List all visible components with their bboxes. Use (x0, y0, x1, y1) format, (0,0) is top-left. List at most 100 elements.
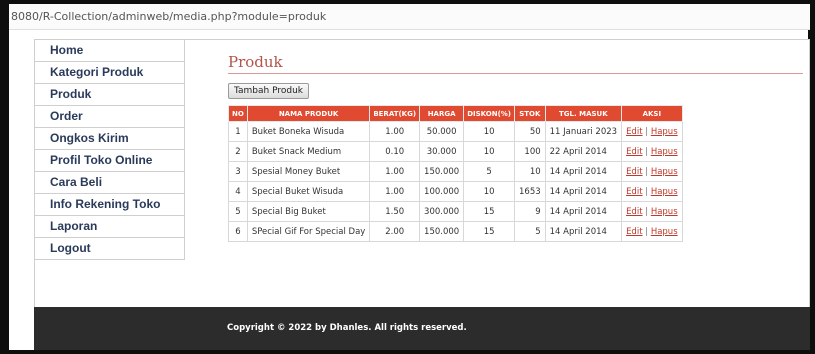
cell-stok: 10 (514, 161, 546, 182)
cell-diskon: 15 (463, 201, 515, 222)
cell-tgl-masuk: 22 April 2014 (544, 141, 623, 162)
cell-harga: 100.000 (419, 181, 465, 202)
cell-harga: 150.000 (419, 161, 465, 182)
edit-link[interactable]: Edit (626, 227, 642, 237)
table-row: 4 Special Buket Wisuda 1.00 100.000 10 1… (228, 181, 683, 202)
cell-tgl-masuk: 14 April 2014 (544, 221, 623, 242)
sidebar-item-logout[interactable]: Logout (35, 238, 184, 259)
cell-stok: 50 (514, 121, 546, 142)
hapus-link[interactable]: Hapus (651, 147, 678, 157)
hapus-link[interactable]: Hapus (651, 207, 678, 217)
page-title: Produk (228, 53, 803, 74)
copyright-text: Copyright © 2022 by Dhanles. All rights … (227, 323, 467, 333)
cell-aksi: Edit | Hapus (621, 161, 683, 182)
cell-no: 4 (228, 181, 248, 202)
cell-aksi: Edit | Hapus (621, 221, 683, 242)
hapus-link[interactable]: Hapus (651, 127, 678, 137)
cell-harga: 30.000 (419, 141, 465, 162)
cell-diskon: 10 (463, 121, 515, 142)
hapus-link[interactable]: Hapus (651, 187, 678, 197)
hapus-link[interactable]: Hapus (651, 167, 678, 177)
table-header-row: NO NAMA PRODUK BERAT(KG) HARGA DISKON(%)… (228, 105, 683, 122)
edit-link[interactable]: Edit (626, 167, 642, 177)
cell-berat: 1.00 (369, 181, 421, 202)
sidebar-item-info-rekening-toko[interactable]: Info Rekening Toko (35, 194, 184, 216)
column-header-diskon: DISKON(%) (463, 105, 515, 122)
produk-table: NO NAMA PRODUK BERAT(KG) HARGA DISKON(%)… (228, 105, 683, 242)
cell-no: 1 (228, 121, 248, 142)
cell-nama-produk: Buket Snack Medium (246, 141, 371, 162)
sidebar-item-produk[interactable]: Produk (35, 84, 184, 106)
cell-nama-produk: Spesial Money Buket (246, 161, 371, 182)
sidebar-item-kategori-produk[interactable]: Kategori Produk (35, 62, 184, 84)
cell-diskon: 10 (463, 141, 515, 162)
cell-diskon: 15 (463, 221, 515, 242)
screen-border-left (0, 0, 9, 354)
column-header-harga: HARGA (419, 105, 465, 122)
cell-aksi: Edit | Hapus (621, 201, 683, 222)
cell-harga: 150.000 (419, 221, 465, 242)
sidebar-item-cara-beli[interactable]: Cara Beli (35, 172, 184, 194)
cell-diskon: 10 (463, 181, 515, 202)
edit-link[interactable]: Edit (626, 127, 642, 137)
column-header-nama-produk: NAMA PRODUK (246, 105, 371, 122)
table-row: 2 Buket Snack Medium 0.10 30.000 10 100 … (228, 141, 683, 162)
action-separator: | (645, 226, 649, 237)
table-row: 1 Buket Boneka Wisuda 1.00 50.000 10 50 … (228, 121, 683, 142)
action-separator: | (645, 146, 649, 157)
address-bar[interactable]: 8080/R-Collection/adminweb/media.php?mod… (9, 4, 810, 30)
sidebar-menu: Home Kategori Produk Produk Order Ongkos… (35, 40, 185, 260)
cell-tgl-masuk: 14 April 2014 (544, 161, 623, 182)
sidebar-item-order[interactable]: Order (35, 106, 184, 128)
cell-nama-produk: Special Big Buket (246, 201, 371, 222)
cell-tgl-masuk: 14 April 2014 (544, 181, 623, 202)
edit-link[interactable]: Edit (626, 187, 642, 197)
table-row: 6 SPecial Gif For Special Day 2.00 150.0… (228, 221, 683, 242)
admin-container: Home Kategori Produk Produk Order Ongkos… (34, 39, 810, 318)
cell-no: 6 (228, 221, 248, 242)
action-separator: | (645, 166, 649, 177)
address-bar-url: 8080/R-Collection/adminweb/media.php?mod… (11, 10, 327, 23)
footer: Copyright © 2022 by Dhanles. All rights … (34, 307, 810, 350)
cell-nama-produk: Special Buket Wisuda (246, 181, 371, 202)
sidebar-item-profil-toko-online[interactable]: Profil Toko Online (35, 150, 184, 172)
screen-border-bottom (0, 350, 815, 354)
action-separator: | (645, 186, 649, 197)
cell-stok: 5 (514, 221, 546, 242)
cell-no: 2 (228, 141, 248, 162)
cell-stok: 100 (514, 141, 546, 162)
cell-berat: 1.00 (369, 121, 421, 142)
cell-berat: 2.00 (369, 221, 421, 242)
cell-aksi: Edit | Hapus (621, 121, 683, 142)
cell-harga: 50.000 (419, 121, 465, 142)
table-row: 5 Special Big Buket 1.50 300.000 15 9 14… (228, 201, 683, 222)
edit-link[interactable]: Edit (626, 207, 642, 217)
cell-berat: 0.10 (369, 141, 421, 162)
cell-harga: 300.000 (419, 201, 465, 222)
cell-diskon: 5 (463, 161, 515, 182)
column-header-no: NO (228, 105, 248, 122)
tambah-produk-button[interactable]: Tambah Produk (228, 83, 309, 99)
cell-tgl-masuk: 14 April 2014 (544, 201, 623, 222)
cell-aksi: Edit | Hapus (621, 141, 683, 162)
action-separator: | (645, 206, 649, 217)
cell-nama-produk: SPecial Gif For Special Day (246, 221, 371, 242)
cell-aksi: Edit | Hapus (621, 181, 683, 202)
sidebar-item-home[interactable]: Home (35, 40, 184, 62)
cell-nama-produk: Buket Boneka Wisuda (246, 121, 371, 142)
cell-berat: 1.50 (369, 201, 421, 222)
edit-link[interactable]: Edit (626, 147, 642, 157)
cell-no: 3 (228, 161, 248, 182)
column-header-berat: BERAT(KG) (369, 105, 421, 122)
sidebar-item-ongkos-kirim[interactable]: Ongkos Kirim (35, 128, 184, 150)
action-separator: | (645, 126, 649, 137)
cell-tgl-masuk: 11 Januari 2023 (544, 121, 623, 142)
table-row: 3 Spesial Money Buket 1.00 150.000 5 10 … (228, 161, 683, 182)
column-header-stok: STOK (514, 105, 546, 122)
sidebar-item-laporan[interactable]: Laporan (35, 216, 184, 238)
hapus-link[interactable]: Hapus (651, 227, 678, 237)
column-header-aksi: AKSI (621, 105, 683, 122)
main-content: Produk Tambah Produk NO NAMA PRODUK BERA… (228, 40, 803, 242)
column-header-tgl-masuk: TGL. MASUK (544, 105, 623, 122)
cell-no: 5 (228, 201, 248, 222)
